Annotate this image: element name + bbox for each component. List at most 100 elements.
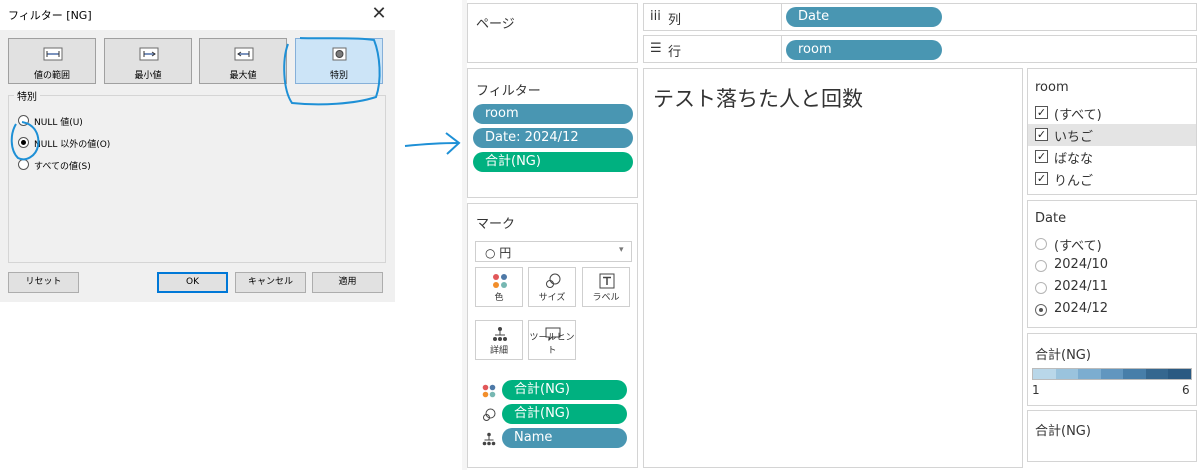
radio-circle xyxy=(18,115,29,126)
marks-field-size-sum-ng[interactable]: 合計(NG) xyxy=(502,404,627,424)
radio-circle xyxy=(18,159,29,170)
date-label-all: (すべて) xyxy=(1054,239,1102,254)
marks-size-button[interactable]: サイズ xyxy=(528,267,576,307)
detail-icon xyxy=(493,327,507,341)
radio-null-label: NULL 値(U) xyxy=(34,118,83,128)
special-group-label: 特別 xyxy=(14,88,40,103)
arrow-head xyxy=(445,132,461,155)
color-ramp-step xyxy=(1145,369,1169,379)
room-checkbox-banana[interactable]: ✓ xyxy=(1035,150,1048,163)
close-icon[interactable]: ✕ xyxy=(368,2,390,26)
date-radio-2024-11[interactable] xyxy=(1035,282,1047,294)
mark-type-value: ○ 円 xyxy=(485,246,512,260)
marks-tooltip-label: ツールヒント xyxy=(529,333,575,356)
pages-title: ページ xyxy=(476,17,515,32)
room-checkbox-all[interactable]: ✓ xyxy=(1035,106,1048,119)
rows-pill-room[interactable]: room xyxy=(786,40,942,60)
color-icon xyxy=(493,274,507,288)
size-legend-card[interactable]: 合計(NG) xyxy=(1027,410,1197,462)
radio-circle-selected xyxy=(18,137,29,148)
columns-shelf[interactable]: iii 列 Date xyxy=(643,3,1197,31)
color-legend-min: 1 xyxy=(1032,383,1040,397)
date-radio-all[interactable] xyxy=(1035,238,1047,250)
marks-color-label: 色 xyxy=(494,293,504,303)
marks-detail-label: 詳細 xyxy=(489,346,508,356)
color-icon xyxy=(482,384,496,398)
marks-tooltip-button[interactable]: ツールヒント xyxy=(528,320,576,360)
color-ramp-step xyxy=(1033,369,1056,379)
columns-pill-date[interactable]: Date xyxy=(786,7,942,27)
range-icon xyxy=(43,47,63,61)
color-ramp-step xyxy=(1055,369,1079,379)
color-ramp-step xyxy=(1123,369,1146,379)
room-label-banana: ばなな xyxy=(1054,152,1094,167)
tab-min-label: 最小値 xyxy=(134,71,162,81)
date-label-2024-12: 2024/12 xyxy=(1054,301,1109,316)
room-checkbox-apple[interactable]: ✓ xyxy=(1035,172,1048,185)
date-label-2024-10: 2024/10 xyxy=(1054,257,1109,272)
cancel-button[interactable]: キャンセル xyxy=(235,272,306,293)
marks-label-button[interactable]: ラベル xyxy=(582,267,630,307)
ok-button[interactable]: OK xyxy=(157,272,228,293)
size-legend-title: 合計(NG) xyxy=(1035,424,1091,439)
date-filter-title: Date xyxy=(1035,211,1067,226)
size-icon xyxy=(483,408,496,421)
room-filter-title: room xyxy=(1035,80,1069,95)
marks-title: マーク xyxy=(476,217,516,232)
max-value-icon xyxy=(234,47,254,61)
arrow-shaft xyxy=(404,142,459,147)
tab-special-label: 特別 xyxy=(329,71,348,81)
color-ramp-step xyxy=(1078,369,1101,379)
chevron-down-icon: ▾ xyxy=(619,245,624,255)
date-filter-card: Date xyxy=(1027,200,1197,328)
rows-shelf[interactable]: ☰ 行 room xyxy=(643,35,1197,63)
size-icon xyxy=(546,273,561,288)
marks-color-button[interactable]: 色 xyxy=(475,267,523,307)
color-legend-max: 6 xyxy=(1182,383,1190,397)
marks-label-label: ラベル xyxy=(592,293,620,303)
tab-min[interactable]: 最小値 xyxy=(104,38,192,84)
columns-label: 列 xyxy=(668,13,682,28)
filters-title: フィルター xyxy=(476,84,541,99)
marks-field-color-sum-ng[interactable]: 合計(NG) xyxy=(502,380,627,400)
marks-card: マーク ○ 円 ▾ 色 サイズ ラベル 詳細 ツールヒント 合計(NG) 合計(… xyxy=(467,203,638,468)
special-icon xyxy=(332,47,347,61)
radio-non-null-label: NULL 以外の値(O) xyxy=(34,140,111,150)
filter-pill-room[interactable]: room xyxy=(473,104,633,124)
color-legend-card[interactable]: 合計(NG) 1 6 xyxy=(1027,333,1197,406)
view-area[interactable]: テスト落ちた人と回数 xyxy=(643,68,1023,468)
dialog-title: フィルター [NG] xyxy=(8,9,92,22)
mark-type-dropdown[interactable]: ○ 円 ▾ xyxy=(475,241,632,262)
marks-field-detail-name[interactable]: Name xyxy=(502,428,627,448)
label-icon xyxy=(599,273,615,289)
tab-special[interactable]: 特別 xyxy=(295,38,383,84)
filter-dialog: フィルター [NG] ✕ 値の範囲 最小値 最大値 特別 特別 NULL 値(U… xyxy=(0,0,395,302)
columns-icon: iii xyxy=(650,9,661,24)
tab-range[interactable]: 値の範囲 xyxy=(8,38,96,84)
pages-card[interactable]: ページ xyxy=(467,3,638,63)
marks-detail-button[interactable]: 詳細 xyxy=(475,320,523,360)
room-label-all: (すべて) xyxy=(1054,108,1102,123)
tab-max-label: 最大値 xyxy=(229,71,257,81)
view-title: テスト落ちた人と回数 xyxy=(653,87,863,111)
date-radio-2024-10[interactable] xyxy=(1035,260,1047,272)
filter-pill-date[interactable]: Date: 2024/12 xyxy=(473,128,633,148)
apply-button[interactable]: 適用 xyxy=(312,272,383,293)
tab-max[interactable]: 最大値 xyxy=(199,38,287,84)
room-checkbox-strawberry[interactable]: ✓ xyxy=(1035,128,1048,141)
date-radio-2024-12[interactable] xyxy=(1035,304,1047,316)
rows-icon: ☰ xyxy=(650,41,662,56)
filter-pill-sum-ng[interactable]: 合計(NG) xyxy=(473,152,633,172)
room-label-strawberry: いちご xyxy=(1054,130,1094,145)
filters-card[interactable]: フィルター room Date: 2024/12 合計(NG) xyxy=(467,68,638,198)
room-label-apple: りんご xyxy=(1054,174,1094,189)
reset-button[interactable]: リセット xyxy=(8,272,79,293)
detail-icon xyxy=(482,432,496,446)
color-legend-title: 合計(NG) xyxy=(1035,348,1091,363)
tab-range-label: 値の範囲 xyxy=(33,71,70,81)
marks-size-label: サイズ xyxy=(538,293,566,303)
date-label-2024-11: 2024/11 xyxy=(1054,279,1109,294)
color-ramp-step xyxy=(1168,369,1192,379)
color-ramp-step xyxy=(1100,369,1124,379)
min-value-icon xyxy=(139,47,159,61)
